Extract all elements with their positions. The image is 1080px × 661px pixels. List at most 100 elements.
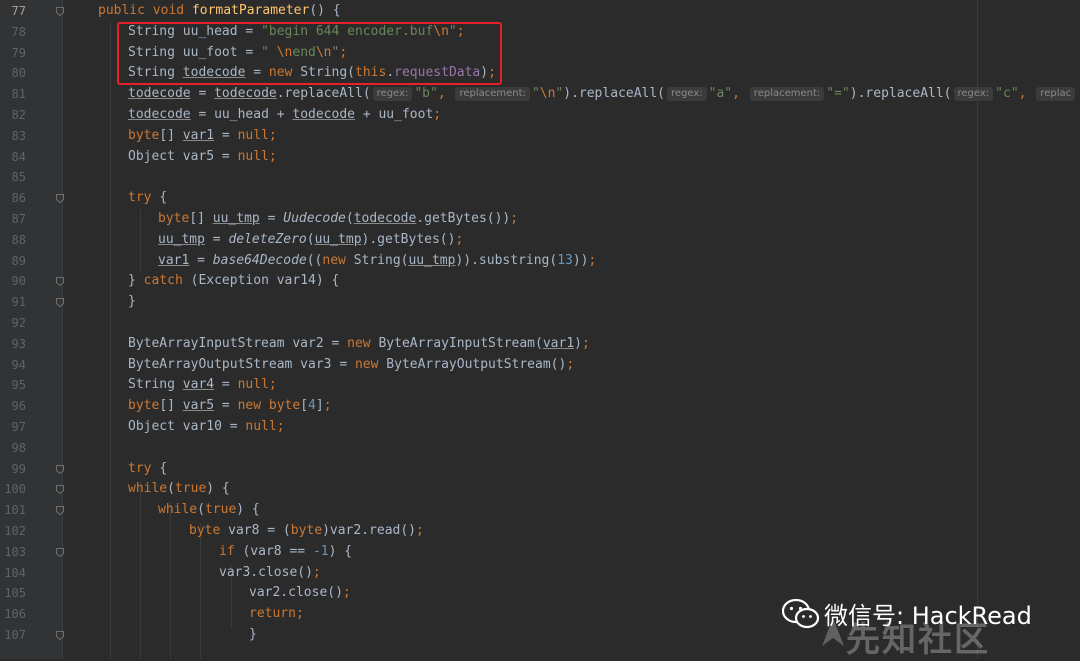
code-token: var1 [542, 335, 575, 351]
line-number[interactable]: 101 [0, 500, 26, 521]
code-token: try [128, 460, 160, 476]
line-number[interactable]: 84 [0, 147, 26, 168]
code-line[interactable]: 85 [0, 167, 1080, 188]
fold-marker-icon[interactable] [56, 298, 64, 308]
code-token: byte [189, 523, 229, 538]
fold-marker-icon[interactable] [56, 506, 64, 516]
code-line[interactable]: 101 while(true) { [0, 500, 1080, 521]
line-number[interactable]: 80 [0, 63, 26, 84]
code-line[interactable]: 99 try { [0, 459, 1080, 480]
code-line[interactable]: 96 byte[] var5 = new byte[4]; [0, 396, 1080, 417]
code-token: ; [416, 523, 424, 538]
fold-marker-icon[interactable] [56, 7, 64, 16]
code-token: deleteZero [228, 231, 307, 247]
code-token: = [204, 231, 229, 247]
line-number[interactable]: 77 [0, 1, 26, 22]
code-line[interactable]: 83 byte[] var1 = null; [0, 126, 1080, 147]
code-line[interactable]: 81 todecode = todecode.replaceAll(regex: "… [0, 84, 1080, 105]
code-text: ByteArrayOutputStream var3 = new ByteArr… [128, 355, 574, 376]
line-number[interactable]: 107 [0, 625, 26, 646]
code-token: byte [128, 127, 160, 143]
code-line[interactable]: 100 while(true) { [0, 479, 1080, 500]
code-token: byte [158, 211, 190, 226]
code-token: )) [572, 252, 589, 268]
code-line[interactable]: 92 [0, 313, 1080, 334]
line-number[interactable]: 97 [0, 417, 26, 438]
code-line[interactable]: 77 public void formatParameter() { [0, 1, 1080, 22]
line-number[interactable]: 99 [0, 459, 26, 480]
line-number[interactable]: 79 [0, 43, 26, 64]
code-token: ; [566, 356, 575, 372]
line-number[interactable]: 88 [0, 230, 26, 251]
code-line[interactable]: 86 try { [0, 188, 1080, 209]
code-line[interactable]: 88 uu_tmp = deleteZero(uu_tmp).getBytes()… [0, 230, 1080, 251]
line-number[interactable]: 86 [0, 188, 26, 209]
code-line[interactable]: 91} [0, 292, 1080, 313]
code-token: (var8 == [242, 543, 313, 559]
code-line[interactable]: 104 var3.close(); [0, 563, 1080, 584]
line-number[interactable]: 104 [0, 563, 26, 584]
line-number[interactable]: 94 [0, 355, 26, 376]
code-token: "=" [826, 86, 850, 102]
code-line[interactable]: 82 todecode = uu_head + todecode + uu_foo… [0, 105, 1080, 126]
code-token: Uudecode [283, 211, 346, 226]
code-token: new [347, 335, 379, 351]
code-line[interactable]: 90 } catch (Exception var14) { [0, 271, 1080, 292]
code-line[interactable]: 93 ByteArrayInputStream var2 = new ByteAr… [0, 334, 1080, 355]
code-line[interactable]: 102 byte var8 = (byte)var2.read(); [0, 521, 1080, 542]
code-line[interactable]: 87 byte[] uu_tmp = Uudecode(todecode.getB… [0, 209, 1080, 230]
code-text: while(true) { [128, 479, 230, 500]
code-token: [ [300, 398, 309, 414]
code-line[interactable]: 95 String var4 = null; [0, 375, 1080, 396]
line-number[interactable]: 96 [0, 396, 26, 417]
line-number[interactable]: 106 [0, 604, 26, 625]
code-token: ) { [328, 543, 353, 559]
code-token: 13 [557, 252, 573, 268]
line-number[interactable]: 103 [0, 542, 26, 563]
code-line[interactable]: 103 if (var8 == -1) { [0, 542, 1080, 563]
code-line[interactable]: 97 Object var10 = null; [0, 417, 1080, 438]
code-token: , [1018, 86, 1035, 102]
line-number[interactable]: 83 [0, 126, 26, 147]
fold-marker-icon[interactable] [56, 464, 64, 474]
code-line[interactable]: 98 [0, 438, 1080, 459]
line-number[interactable]: 102 [0, 521, 26, 542]
line-number[interactable]: 81 [0, 84, 26, 105]
line-number[interactable]: 91 [0, 292, 26, 313]
code-line[interactable]: 84 Object var5 = null; [0, 147, 1080, 168]
code-token: 4 [308, 398, 316, 414]
code-text: } catch (Exception var14) { [128, 271, 339, 292]
fold-marker-icon[interactable] [56, 485, 64, 495]
code-text: try { [128, 188, 167, 209]
code-text: if (var8 == -1) { [219, 542, 352, 563]
code-token: , [437, 86, 454, 102]
code-token: while [158, 502, 198, 518]
code-token: } [128, 294, 136, 310]
line-number[interactable]: 105 [0, 583, 26, 604]
line-number[interactable]: 78 [0, 22, 26, 43]
code-token: ).replaceAll( [563, 86, 665, 102]
fold-marker-icon[interactable] [56, 194, 64, 204]
code-line[interactable]: 89 var1 = base64Decode((new String(uu_tmp… [0, 251, 1080, 272]
line-number[interactable]: 93 [0, 334, 26, 355]
fold-marker-icon[interactable] [56, 277, 64, 287]
line-number[interactable]: 98 [0, 438, 26, 459]
code-token: ; [588, 252, 597, 268]
line-number[interactable]: 89 [0, 251, 26, 272]
line-number[interactable]: 95 [0, 375, 26, 396]
line-number[interactable]: 87 [0, 209, 26, 230]
line-number[interactable]: 82 [0, 105, 26, 126]
code-token: = [190, 86, 215, 102]
code-token: new [322, 252, 354, 268]
line-number[interactable]: 100 [0, 479, 26, 500]
line-number[interactable]: 90 [0, 271, 26, 292]
fold-marker-icon[interactable] [56, 547, 64, 557]
code-token: byte [290, 523, 323, 538]
code-token: [] [159, 127, 183, 143]
code-editor[interactable]: 77 public void formatParameter() {78 Strin… [0, 0, 1080, 659]
code-line[interactable]: 94 ByteArrayOutputStream var3 = new ByteA… [0, 355, 1080, 376]
code-token: var1 [182, 127, 215, 143]
line-number[interactable]: 92 [0, 313, 26, 334]
line-number[interactable]: 85 [0, 167, 26, 188]
fold-marker-icon[interactable] [56, 631, 64, 640]
